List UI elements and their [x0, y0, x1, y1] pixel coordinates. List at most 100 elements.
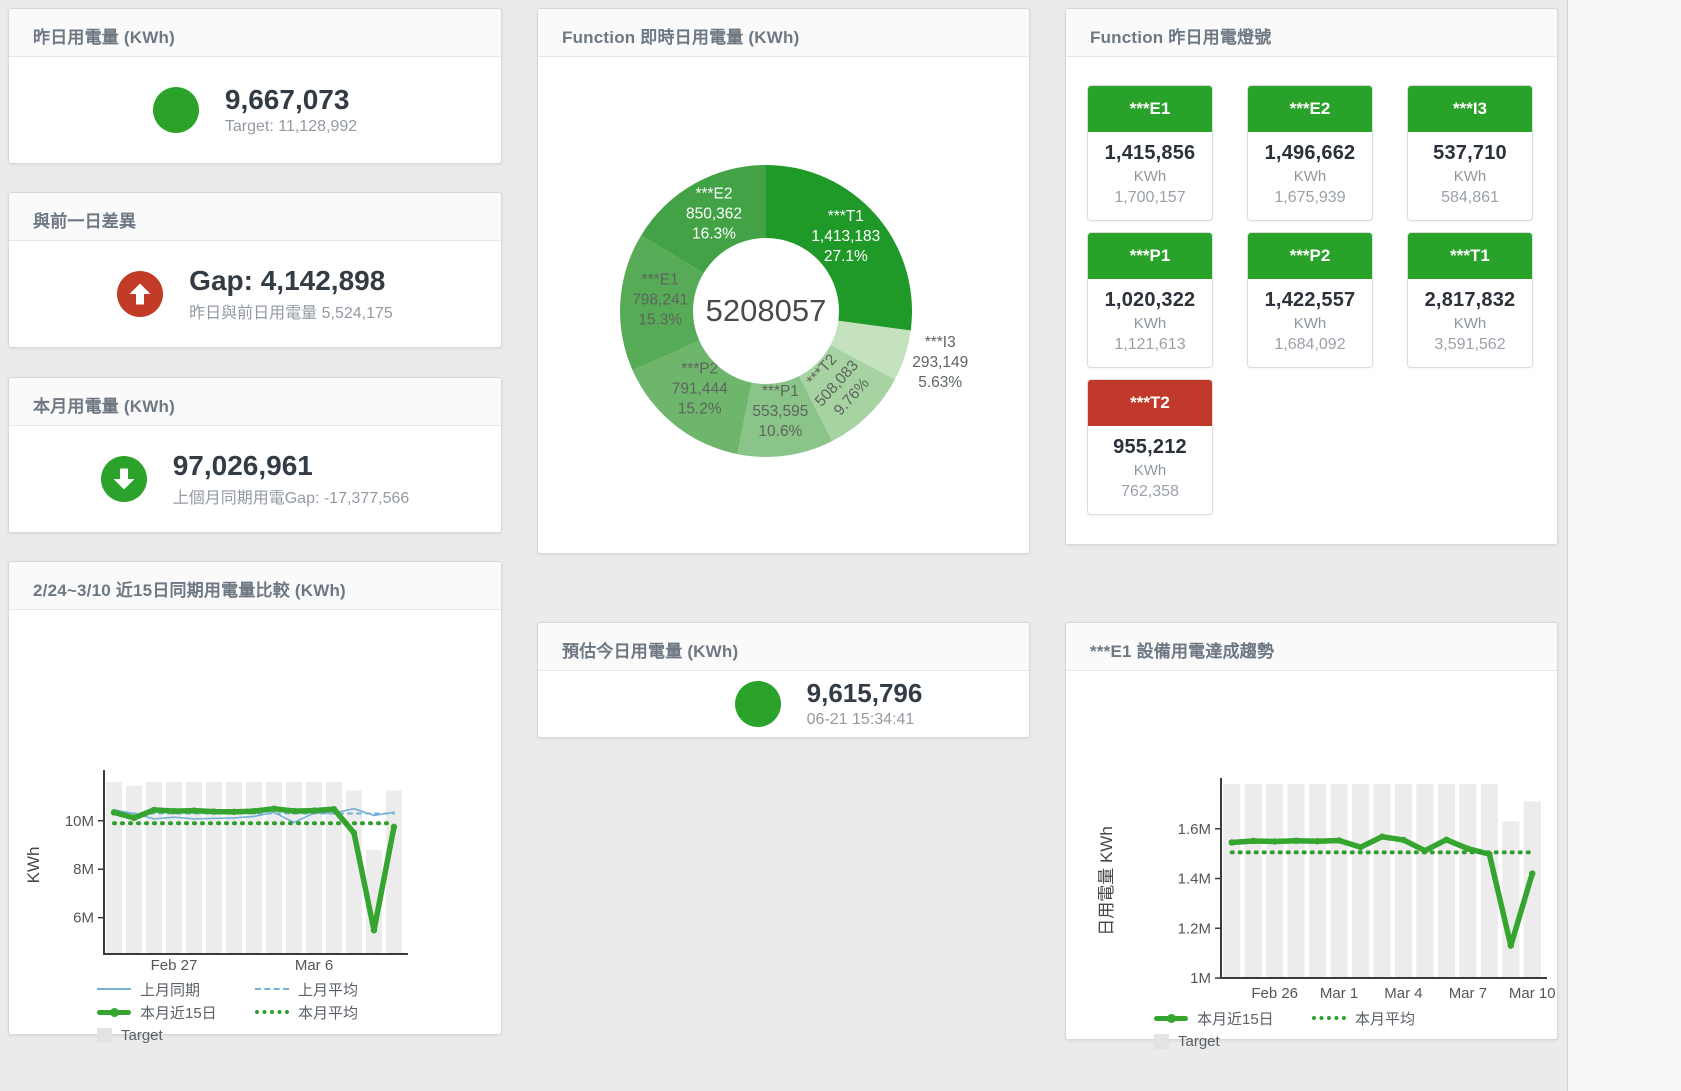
svg-text:15.2%: 15.2% [678, 401, 722, 418]
svg-text:Mar 6: Mar 6 [295, 957, 333, 972]
svg-text:15.3%: 15.3% [638, 311, 682, 328]
arrow-down-icon [101, 456, 147, 502]
compare-legend: 上月同期 上月平均本月近15日 本月平均 Target [97, 979, 501, 1045]
panel-title[interactable]: 本月用電量 (KWh) [9, 378, 501, 426]
status-tile-E1: ***E11,415,856KWh1,700,157 [1087, 85, 1213, 221]
panel-day-gap: 與前一日差異 Gap: 4,142,898 昨日與前日用電量 5,524,175 [8, 192, 502, 348]
svg-text:791,444: 791,444 [672, 381, 728, 398]
svg-text:6M: 6M [73, 910, 94, 927]
svg-text:553,595: 553,595 [752, 403, 808, 420]
panel-title[interactable]: Function 昨日用電燈號 [1066, 9, 1557, 57]
y-axis-title: KWh [24, 847, 43, 884]
svg-text:798,241: 798,241 [632, 291, 688, 308]
donut-label-I3: ***I3293,1495.63% [912, 334, 968, 391]
legend-label: 上月同期 [140, 979, 200, 1000]
tile-value: 1,496,662 [1250, 142, 1370, 165]
kpi-body: 97,026,961 上個月同期用電Gap: -17,377,566 [9, 426, 501, 532]
y-axis-ticks: 1M 1.2M 1.4M 1.6M [1178, 821, 1221, 987]
tile-body: 2,817,832KWh3,591,562 [1408, 279, 1532, 367]
svg-text:1M: 1M [1190, 970, 1211, 987]
kpi-value: Gap: 4,142,898 [189, 265, 393, 296]
tile-body: 537,710KWh584,861 [1408, 132, 1532, 220]
donut-center-total: 5208057 [706, 293, 827, 328]
legend-swatch [1154, 1016, 1188, 1021]
legend-item-本月近15日[interactable]: 本月近15日 [1154, 1008, 1312, 1028]
svg-text:850,362: 850,362 [686, 206, 742, 223]
donut-chart[interactable]: ***T11,413,18327.1%***I3293,1495.63%***T… [538, 57, 1029, 553]
svg-text:***T1: ***T1 [828, 208, 864, 225]
panel-function-realtime-usage: Function 即時日用電量 (KWh) ***T11,413,18327.1… [537, 8, 1030, 554]
legend-swatch [255, 1010, 289, 1014]
svg-text:5.63%: 5.63% [918, 374, 962, 391]
tile-unit: KWh [1090, 168, 1210, 185]
legend-item-上月平均[interactable]: 上月平均 [255, 979, 413, 999]
tile-target: 1,121,613 [1090, 336, 1210, 354]
arrow-up-icon [117, 271, 163, 317]
kpi-value: 9,615,796 [807, 679, 923, 708]
kpi-subtitle: 上個月同期用電Gap: -17,377,566 [173, 484, 410, 508]
e1-trend-legend: 本月近15日 本月平均 Target [1154, 1008, 1557, 1051]
page-right-gutter [1567, 0, 1681, 1091]
svg-text:27.1%: 27.1% [824, 248, 868, 265]
svg-text:1.4M: 1.4M [1178, 871, 1211, 888]
panel-title[interactable]: ***E1 設備用電達成趨勢 [1066, 623, 1557, 671]
svg-text:***I3: ***I3 [925, 334, 956, 351]
legend-label: 本月平均 [1355, 1008, 1415, 1029]
legend-item-本月平均[interactable]: 本月平均 [1312, 1008, 1470, 1028]
y-axis-ticks: 6M8M10M [65, 813, 104, 927]
tile-body: 1,496,662KWh1,675,939 [1248, 132, 1372, 220]
legend-item-本月平均[interactable]: 本月平均 [255, 1002, 413, 1022]
tile-label: ***T2 [1088, 380, 1212, 426]
panel-month-usage: 本月用電量 (KWh) 97,026,961 上個月同期用電Gap: -17,3… [8, 377, 502, 533]
status-circle-icon [153, 87, 199, 133]
panel-function-lights: Function 昨日用電燈號 ***E11,415,856KWh1,700,1… [1065, 8, 1558, 545]
svg-text:Feb 27: Feb 27 [151, 957, 198, 972]
tile-target: 1,700,157 [1090, 189, 1210, 207]
svg-text:***E2: ***E2 [695, 186, 732, 203]
tile-body: 955,212KWh762,358 [1088, 426, 1212, 514]
x-axis-ticks: Feb 27 Mar 6 [151, 957, 334, 972]
status-circle-icon [735, 681, 781, 727]
tile-label: ***T1 [1408, 233, 1532, 279]
tile-target: 762,358 [1090, 483, 1210, 501]
svg-text:1.6M: 1.6M [1178, 821, 1211, 838]
panel-title[interactable]: Function 即時日用電量 (KWh) [538, 9, 1029, 57]
panel-title[interactable]: 昨日用電量 (KWh) [9, 9, 501, 57]
x-axis-ticks: Feb 26Mar 1Mar 4Mar 7Mar 10 [1251, 985, 1555, 1001]
panel-title[interactable]: 與前一日差異 [9, 193, 501, 241]
tile-target: 584,861 [1410, 189, 1530, 207]
legend-item-Target[interactable]: Target [97, 1025, 255, 1045]
svg-text:***P2: ***P2 [681, 361, 718, 378]
legend-label: 本月近15日 [1197, 1008, 1274, 1029]
legend-item-Target[interactable]: Target [1154, 1031, 1312, 1051]
kpi-subtitle: 昨日與前日用電量 5,524,175 [189, 299, 393, 323]
panel-yesterday-usage: 昨日用電量 (KWh) 9,667,073 Target: 11,128,992 [8, 8, 502, 164]
tile-label: ***I3 [1408, 86, 1532, 132]
legend-label: 上月平均 [298, 979, 358, 1000]
tile-value: 955,212 [1090, 436, 1210, 459]
e1-trend-line-chart[interactable]: 1M 1.2M 1.4M 1.6M Feb 26Mar 1Mar 4Mar 7Mar 1… [1066, 671, 1557, 1001]
compare-line-chart[interactable]: 6M8M10M Feb 27 Mar 6 KWh [9, 610, 500, 972]
legend-item-上月同期[interactable]: 上月同期 [97, 979, 255, 999]
legend-swatch [1154, 1034, 1169, 1049]
panel-estimate-today: 預估今日用電量 (KWh) 9,615,796 06-21 15:34:41 [537, 622, 1030, 738]
legend-item-本月近15日[interactable]: 本月近15日 [97, 1002, 255, 1022]
tile-value: 537,710 [1410, 142, 1530, 165]
tile-value: 1,422,557 [1250, 289, 1370, 312]
panel-title[interactable]: 2/24~3/10 近15日同期用電量比較 (KWh) [9, 562, 501, 610]
tile-target: 1,675,939 [1250, 189, 1370, 207]
panel-e1-trend: ***E1 設備用電達成趨勢 1M 1.2M 1.4M 1.6M Feb 26Mar 1… [1065, 622, 1558, 1040]
target-bars[interactable] [106, 782, 402, 954]
legend-label: 本月近15日 [140, 1002, 217, 1023]
lights-grid: ***E11,415,856KWh1,700,157***E21,496,662… [1066, 57, 1557, 515]
tile-target: 3,591,562 [1410, 336, 1530, 354]
legend-swatch [97, 988, 131, 990]
legend-label: Target [121, 1027, 163, 1044]
kpi-subtitle: Target: 11,128,992 [225, 118, 357, 136]
tile-unit: KWh [1090, 315, 1210, 332]
legend-swatch [97, 1028, 112, 1043]
kpi-value: 97,026,961 [173, 450, 410, 481]
kpi-subtitle: 06-21 15:34:41 [807, 711, 923, 729]
svg-text:1.2M: 1.2M [1178, 920, 1211, 937]
panel-title[interactable]: 預估今日用電量 (KWh) [538, 623, 1029, 671]
